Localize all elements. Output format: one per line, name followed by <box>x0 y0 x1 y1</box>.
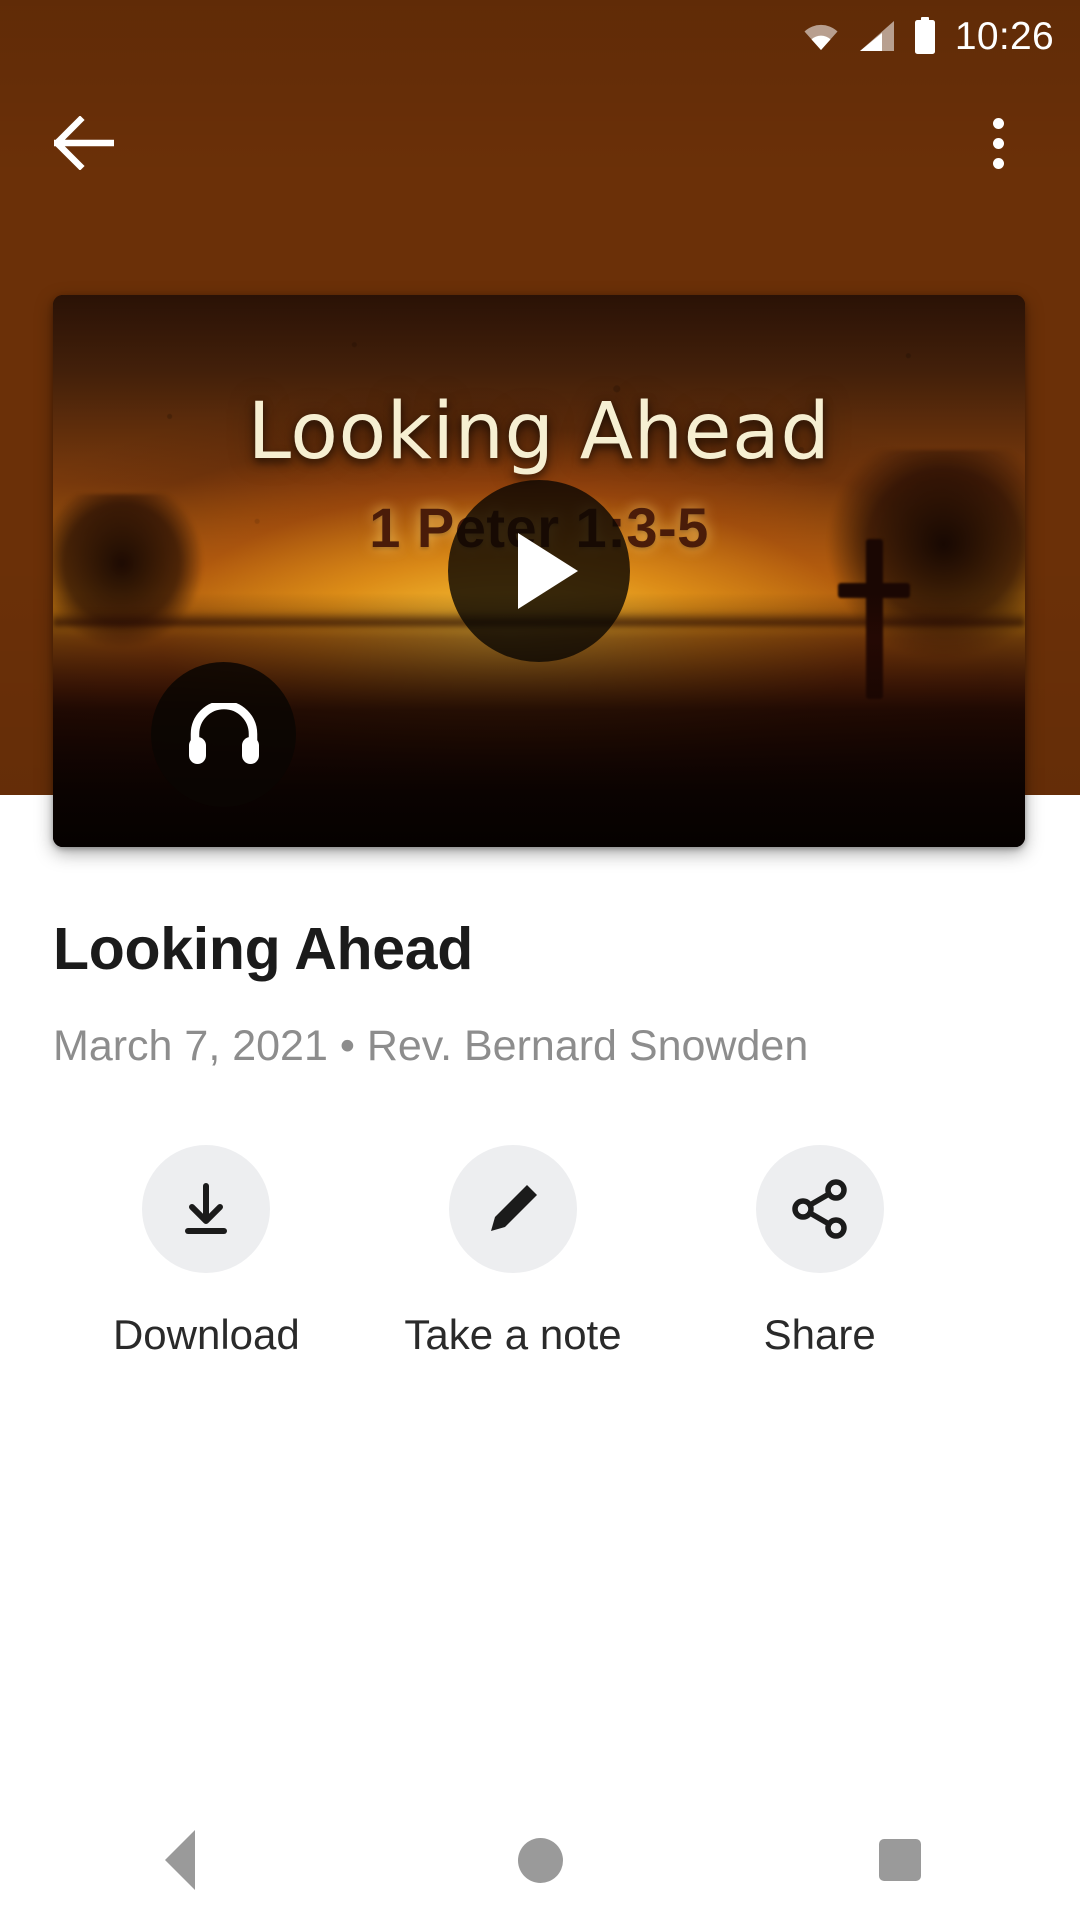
system-navigation-bar <box>0 1800 1080 1920</box>
share-action[interactable]: Share <box>666 1145 973 1359</box>
back-arrow-icon <box>54 116 114 170</box>
more-vert-icon <box>992 117 1004 169</box>
download-action[interactable]: Download <box>53 1145 360 1359</box>
wifi-icon <box>804 24 838 50</box>
nav-home-circle-icon <box>517 1837 563 1883</box>
cellular-signal-icon <box>859 21 894 51</box>
sermon-title: Looking Ahead <box>53 916 474 982</box>
play-icon <box>518 533 578 609</box>
pencil-icon <box>491 1185 537 1231</box>
headphones-icon <box>188 702 259 764</box>
nav-home-button[interactable] <box>465 1800 615 1920</box>
status-bar: 10:26 <box>0 0 1080 72</box>
download-label: Download <box>112 1311 300 1358</box>
share-icon <box>791 1179 847 1239</box>
nav-back-button[interactable] <box>105 1800 255 1920</box>
take-note-button[interactable] <box>449 1145 577 1273</box>
share-label: Share <box>763 1311 876 1358</box>
nav-back-triangle-icon <box>165 1830 195 1890</box>
status-bar-icons <box>801 17 937 55</box>
take-note-label: Take a note <box>404 1311 622 1358</box>
artwork-title-text: Looking Ahead <box>247 387 831 477</box>
app-toolbar <box>0 78 1080 208</box>
sermon-meta: March 7, 2021 • Rev. Bernard Snowden <box>53 1022 809 1070</box>
download-icon <box>185 1183 228 1234</box>
overflow-menu-button[interactable] <box>962 107 1034 179</box>
download-button[interactable] <box>142 1145 271 1273</box>
nav-recents-square-icon <box>879 1839 921 1881</box>
take-note-action[interactable]: Take a note <box>360 1145 667 1359</box>
back-button[interactable] <box>48 107 120 179</box>
status-bar-clock: 10:26 <box>954 14 1054 58</box>
share-button[interactable] <box>755 1145 884 1273</box>
audio-only-button[interactable] <box>151 662 296 807</box>
nav-recents-button[interactable] <box>825 1800 975 1920</box>
battery-icon <box>914 17 935 54</box>
media-thumbnail[interactable]: Looking Ahead 1 Peter 1:3-5 <box>53 295 1025 847</box>
action-row: Download Take a note Share <box>53 1145 973 1359</box>
play-button[interactable] <box>448 480 630 662</box>
